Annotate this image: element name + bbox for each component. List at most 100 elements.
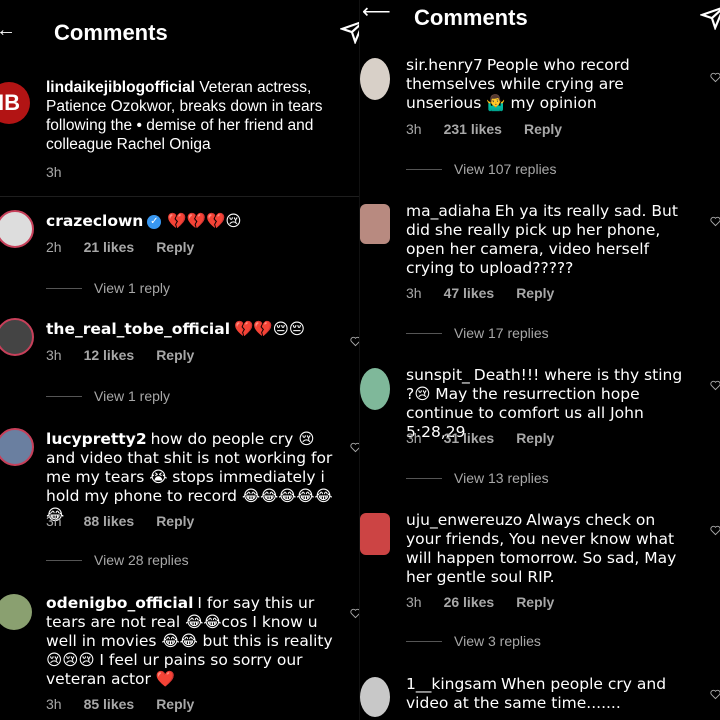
- divider: [406, 640, 442, 642]
- username[interactable]: ma_adiaha: [406, 202, 491, 220]
- timestamp: 3h: [46, 513, 62, 529]
- view-replies-button[interactable]: View 107 replies: [406, 161, 556, 177]
- timestamp: 3h: [406, 594, 422, 610]
- avatar[interactable]: [360, 368, 390, 410]
- username[interactable]: crazeclown: [46, 212, 143, 230]
- comment-body: lucypretty2 how do people cry 😢 and video…: [46, 430, 336, 525]
- reply-button[interactable]: Reply: [156, 239, 194, 255]
- verified-badge-icon: ✓: [147, 214, 162, 229]
- likes-count[interactable]: 21 likes: [84, 239, 135, 255]
- like-heart-icon[interactable]: [710, 216, 720, 227]
- caption-text: lindaikejiblogofficial Veteran actress, …: [46, 78, 346, 154]
- username[interactable]: 1__kingsam: [406, 675, 497, 693]
- username[interactable]: odenigbo_official: [46, 594, 193, 612]
- view-replies-button[interactable]: View 13 replies: [406, 470, 549, 486]
- view-replies-button[interactable]: View 28 replies: [46, 552, 189, 568]
- comment-body: crazeclown ✓ 💔💔💔😢: [46, 212, 336, 231]
- view-replies-label: View 13 replies: [454, 470, 549, 486]
- likes-count[interactable]: 88 likes: [84, 513, 135, 529]
- comment-text: 💔💔💔😢: [167, 212, 242, 230]
- view-replies-label: View 1 reply: [94, 280, 171, 296]
- like-heart-icon[interactable]: [710, 72, 720, 83]
- likes-count[interactable]: 47 likes: [444, 285, 495, 301]
- back-arrow-icon[interactable]: ←: [0, 20, 16, 40]
- username[interactable]: the_real_tobe_official: [46, 320, 230, 338]
- username[interactable]: lucypretty2: [46, 430, 147, 448]
- view-replies-label: View 28 replies: [94, 552, 189, 568]
- like-heart-icon[interactable]: [710, 525, 720, 536]
- divider: [406, 168, 442, 170]
- reply-button[interactable]: Reply: [524, 121, 562, 137]
- comment-body: ma_adiaha Eh ya its really sad. But did s…: [406, 202, 691, 278]
- timestamp: 3h: [46, 347, 62, 363]
- comment-meta: 3h 231 likes Reply: [406, 121, 584, 137]
- send-icon[interactable]: [700, 4, 720, 30]
- page-title: Comments: [54, 20, 168, 45]
- right-comments-panel: ⟵ Comments sir.henry7 People who record t…: [360, 0, 720, 720]
- likes-count[interactable]: 231 likes: [444, 121, 502, 137]
- comment-text: 💔💔😔😔: [234, 320, 305, 338]
- view-replies-label: View 107 replies: [454, 161, 557, 177]
- avatar[interactable]: [0, 594, 32, 630]
- avatar[interactable]: [0, 318, 34, 356]
- avatar[interactable]: [360, 58, 390, 100]
- reply-button[interactable]: Reply: [516, 594, 554, 610]
- divider: [46, 395, 82, 397]
- avatar[interactable]: [0, 428, 34, 466]
- timestamp: 3h: [406, 121, 422, 137]
- comment-body: odenigbo_official I for say this ur tears…: [46, 594, 336, 689]
- username[interactable]: sunspit_: [406, 366, 470, 384]
- timestamp: 3h: [46, 696, 62, 712]
- likes-count[interactable]: 12 likes: [84, 347, 135, 363]
- view-replies-button[interactable]: View 3 replies: [406, 633, 541, 649]
- divider: [46, 287, 82, 289]
- username[interactable]: uju_enwereuzo: [406, 511, 522, 529]
- avatar[interactable]: [0, 210, 34, 248]
- view-replies-button[interactable]: View 1 reply: [46, 280, 170, 296]
- comment-meta: 3h 26 likes Reply: [406, 594, 576, 610]
- like-heart-icon[interactable]: [710, 689, 720, 700]
- view-replies-label: View 17 replies: [454, 325, 549, 341]
- reply-button[interactable]: Reply: [156, 696, 194, 712]
- likes-count[interactable]: 31 likes: [444, 430, 495, 446]
- avatar[interactable]: [360, 513, 390, 555]
- likes-count[interactable]: 26 likes: [444, 594, 495, 610]
- reply-button[interactable]: Reply: [156, 513, 194, 529]
- timestamp: 3h: [46, 164, 62, 180]
- like-heart-icon[interactable]: [710, 380, 720, 391]
- header: ← Comments: [0, 0, 360, 60]
- comment-meta: 3h 31 likes Reply: [406, 430, 576, 446]
- username[interactable]: sir.henry7: [406, 56, 483, 74]
- reply-button[interactable]: Reply: [516, 430, 554, 446]
- view-replies-button[interactable]: View 17 replies: [406, 325, 549, 341]
- view-replies-label: View 3 replies: [454, 633, 541, 649]
- avatar[interactable]: [360, 204, 390, 244]
- comment-meta: 3h 47 likes Reply: [406, 285, 576, 301]
- comment-body: 1__kingsam When people cry and video at t…: [406, 675, 696, 713]
- reply-button[interactable]: Reply: [516, 285, 554, 301]
- timestamp: 3h: [406, 430, 422, 446]
- likes-count[interactable]: 85 likes: [84, 696, 135, 712]
- comment-meta: 3h 88 likes Reply: [46, 513, 216, 529]
- divider: [0, 196, 360, 197]
- back-arrow-icon[interactable]: ⟵: [362, 2, 391, 22]
- comment-meta: 2h 21 likes Reply: [46, 239, 216, 255]
- comment-meta: 3h 85 likes Reply: [46, 696, 216, 712]
- divider: [406, 477, 442, 479]
- left-comments-panel: ← Comments IB lindaikejiblogofficial Vet…: [0, 0, 360, 720]
- username[interactable]: lindaikejiblogofficial: [46, 79, 195, 96]
- reply-button[interactable]: Reply: [156, 347, 194, 363]
- divider: [406, 332, 442, 334]
- comment-body: sir.henry7 People who record themselves w…: [406, 56, 691, 113]
- divider: [46, 559, 82, 561]
- timestamp: 3h: [406, 285, 422, 301]
- header: ⟵ Comments: [360, 0, 720, 60]
- avatar[interactable]: [360, 677, 390, 717]
- timestamp: 2h: [46, 239, 62, 255]
- view-replies-button[interactable]: View 1 reply: [46, 388, 170, 404]
- send-icon[interactable]: [340, 18, 360, 44]
- view-replies-label: View 1 reply: [94, 388, 171, 404]
- avatar[interactable]: IB: [0, 82, 30, 124]
- page-title: Comments: [414, 5, 528, 30]
- comment-meta: 3h 12 likes Reply: [46, 347, 216, 363]
